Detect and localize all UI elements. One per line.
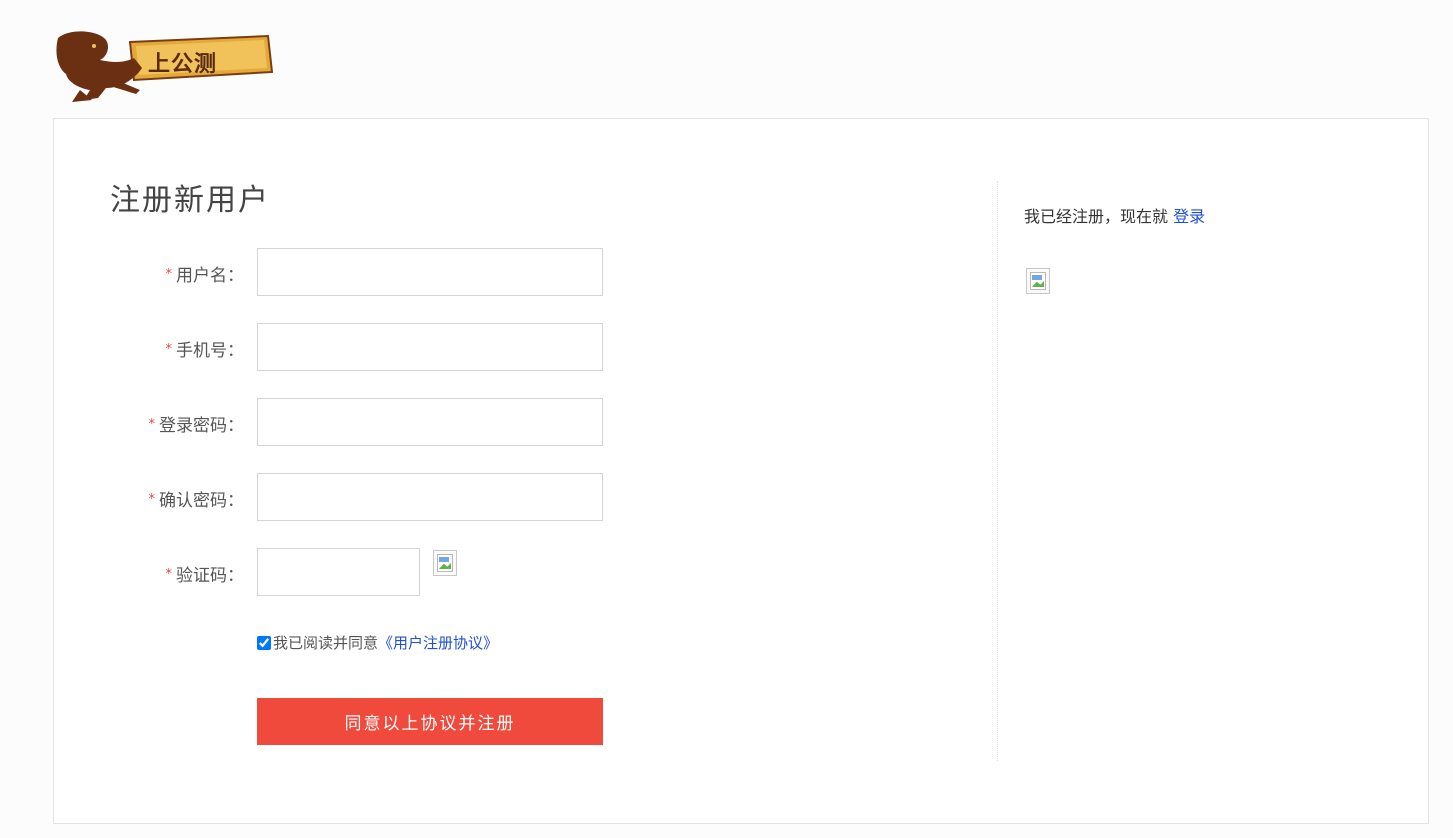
phone-label-text: 手机号： — [176, 341, 244, 361]
confirm-password-row: * 确认密码： — [54, 473, 654, 521]
login-hint: 我已经注册，现在就 登录 — [1024, 203, 1205, 227]
confirm-password-input[interactable] — [257, 473, 603, 521]
agreement-row: 我已阅读并同意《用户注册协议》 — [257, 632, 498, 653]
username-input[interactable] — [257, 248, 603, 296]
image-sky — [439, 557, 449, 562]
confirm-password-label: * 确认密码： — [149, 486, 245, 511]
captcha-label: * 验证码： — [166, 561, 245, 586]
logo-text: 上公测 — [148, 51, 218, 77]
agreement-text: 我已阅读并同意 — [273, 634, 379, 652]
phone-label: * 手机号： — [166, 336, 245, 361]
captcha-input[interactable] — [257, 548, 420, 596]
captcha-image-icon[interactable] — [433, 550, 457, 576]
required-mark: * — [165, 267, 173, 282]
site-logo[interactable]: 上公测 — [50, 28, 280, 106]
required-mark: * — [165, 342, 173, 357]
agreement-link[interactable]: 《用户注册协议》 — [378, 634, 498, 652]
password-label: * 登录密码： — [149, 411, 245, 436]
register-button[interactable]: 同意以上协议并注册 — [257, 698, 603, 745]
username-label: * 用户名： — [166, 261, 245, 286]
login-hint-text: 我已经注册，现在就 — [1024, 207, 1169, 226]
login-link[interactable]: 登录 — [1173, 207, 1205, 226]
register-card: 注册新用户 * 用户名： * 手机号： * 登录密码： * 确认密码： * 验证码： — [53, 118, 1429, 824]
phone-input[interactable] — [257, 323, 603, 371]
required-mark: * — [148, 417, 156, 432]
column-divider — [997, 181, 998, 761]
required-mark: * — [165, 567, 173, 582]
captcha-label-text: 验证码： — [176, 566, 244, 586]
page: 上公测 注册新用户 * 用户名： * 手机号： * 登录密码： * 确认密码： * 验证码… — [0, 0, 1453, 838]
username-row: * 用户名： — [54, 248, 654, 296]
password-input[interactable] — [257, 398, 603, 446]
sidebar-image-icon — [1026, 268, 1050, 294]
confirm-password-label-text: 确认密码： — [159, 491, 244, 511]
password-label-text: 登录密码： — [159, 416, 244, 436]
required-mark: * — [148, 492, 156, 507]
image-sky — [1032, 275, 1042, 280]
agreement-checkbox[interactable] — [257, 636, 271, 650]
password-row: * 登录密码： — [54, 398, 654, 446]
phone-row: * 手机号： — [54, 323, 654, 371]
page-title: 注册新用户 — [110, 183, 270, 218]
captcha-row: * 验证码： — [54, 548, 654, 596]
username-label-text: 用户名： — [176, 266, 244, 286]
